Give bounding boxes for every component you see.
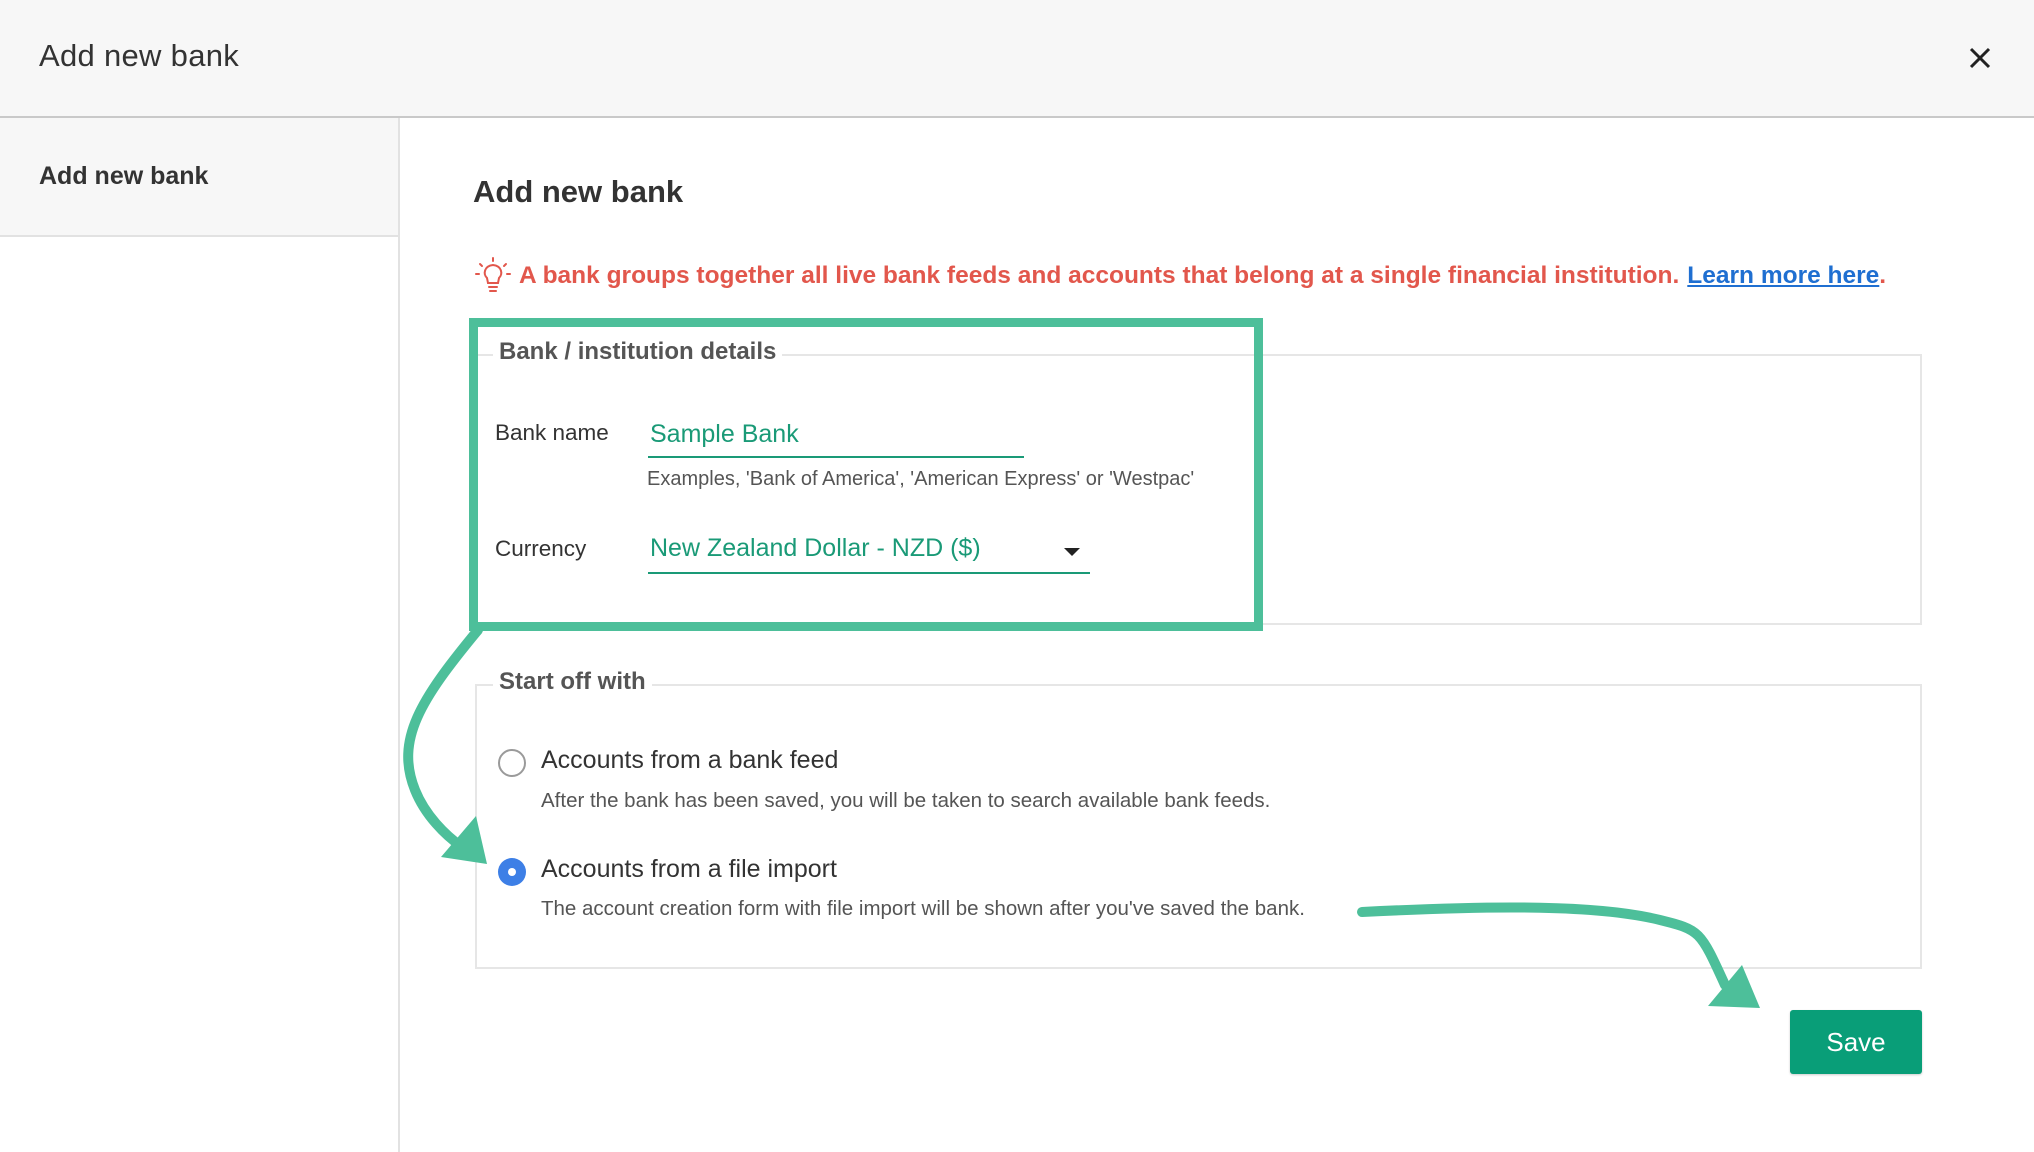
start-off-section <box>475 684 1922 969</box>
start-off-legend: Start off with <box>493 668 652 696</box>
modal-title: Add new bank <box>39 38 240 73</box>
option-file-import-description: The account creation form with file impo… <box>541 897 1305 920</box>
sidebar-item-add-new-bank[interactable]: Add new bank <box>0 118 398 237</box>
radio-file-import[interactable] <box>498 858 526 886</box>
bank-name-label: Bank name <box>495 420 609 445</box>
save-button[interactable]: Save <box>1790 1010 1922 1074</box>
option-file-import-label[interactable]: Accounts from a file import <box>541 855 837 884</box>
info-banner: A bank groups together all live bank fee… <box>473 256 1886 296</box>
close-button[interactable] <box>1960 38 2000 78</box>
page-title: Add new bank <box>473 174 684 209</box>
currency-label: Currency <box>495 536 587 561</box>
info-trailing: . <box>1879 262 1887 289</box>
modal-header: Add new bank <box>0 0 2034 118</box>
sidebar-item-label: Add new bank <box>39 162 209 190</box>
bank-name-hint: Examples, 'Bank of America', 'American E… <box>647 468 1195 490</box>
sidebar: Add new bank <box>0 118 400 1152</box>
radio-bank-feed[interactable] <box>498 749 526 777</box>
option-bank-feed-description: After the bank has been saved, you will … <box>541 789 1271 812</box>
bank-name-input[interactable] <box>648 418 1024 458</box>
bank-details-legend: Bank / institution details <box>493 338 783 366</box>
option-bank-feed-label[interactable]: Accounts from a bank feed <box>541 746 838 775</box>
close-icon <box>1969 47 1991 69</box>
learn-more-link[interactable]: Learn more here <box>1687 262 1879 290</box>
lightbulb-icon <box>475 257 511 292</box>
currency-value: New Zealand Dollar - NZD ($) <box>650 534 981 562</box>
currency-select[interactable]: New Zealand Dollar - NZD ($) <box>648 534 1090 574</box>
chevron-down-icon <box>1064 548 1080 556</box>
info-text: A bank groups together all live bank fee… <box>519 262 1680 289</box>
